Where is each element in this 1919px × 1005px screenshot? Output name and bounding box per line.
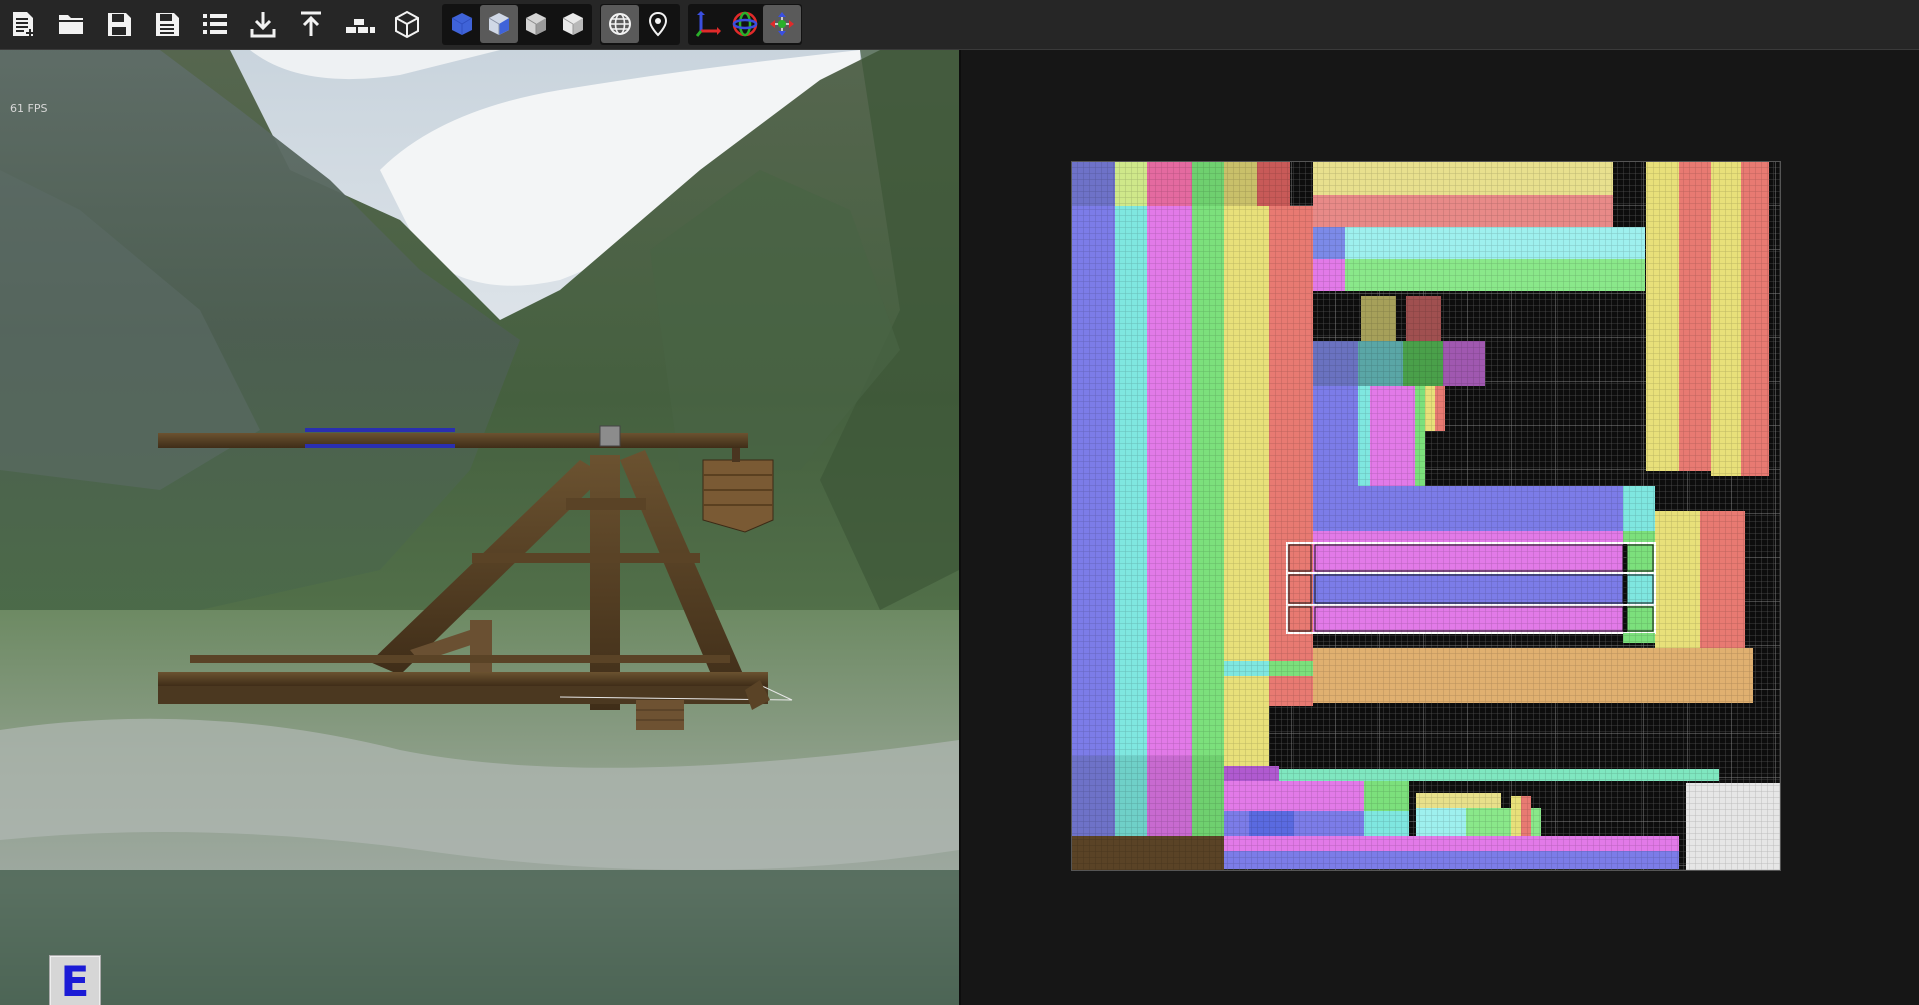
key-hint-e[interactable]: E (49, 955, 101, 1005)
move-axes-icon[interactable] (689, 5, 727, 43)
cube-outline-icon[interactable] (388, 5, 426, 43)
scale-gizmo-icon[interactable] (763, 5, 801, 43)
save-icon[interactable] (100, 5, 138, 43)
import-icon[interactable] (244, 5, 282, 43)
globe-icon[interactable] (601, 5, 639, 43)
new-document-icon[interactable] (4, 5, 42, 43)
textured-cube-icon[interactable] (480, 5, 518, 43)
main-toolbar (0, 0, 1919, 50)
fps-counter: 61 FPS (10, 102, 48, 115)
uv-editor-panel[interactable] (961, 50, 1919, 1005)
grey-cube-icon[interactable] (517, 5, 555, 43)
3d-viewport[interactable]: 61 FPS E (0, 50, 959, 1005)
solid-blue-cube-icon[interactable] (443, 5, 481, 43)
location-pin-icon[interactable] (639, 5, 677, 43)
uv-texture-map[interactable] (1071, 161, 1781, 871)
rotate-gizmo-icon[interactable] (726, 5, 764, 43)
list-icon[interactable] (196, 5, 234, 43)
open-folder-icon[interactable] (52, 5, 90, 43)
white-cube-icon[interactable] (554, 5, 592, 43)
blocks-icon[interactable] (340, 5, 378, 43)
save-as-icon[interactable] (148, 5, 186, 43)
export-icon[interactable] (292, 5, 330, 43)
viewport-scene (0, 50, 959, 1005)
